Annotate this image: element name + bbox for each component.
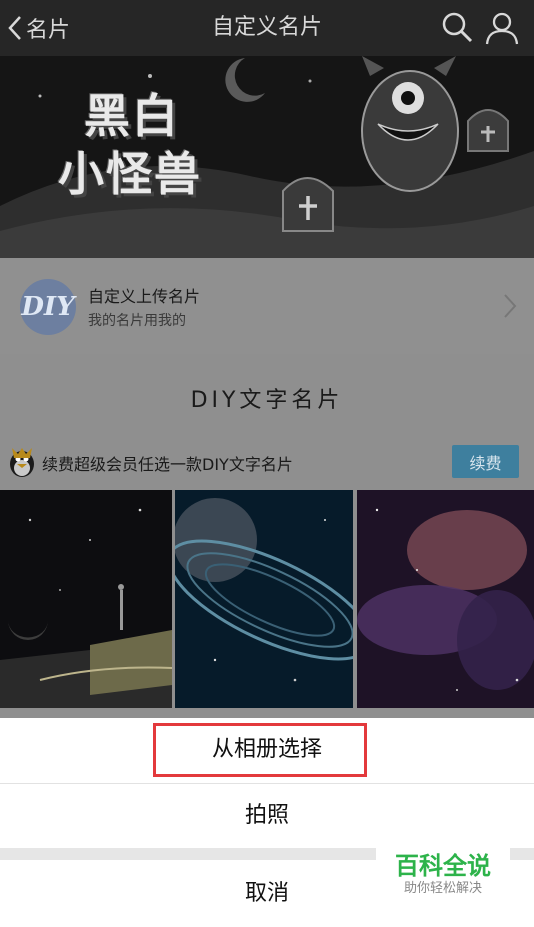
- take-photo-option[interactable]: 拍照: [0, 796, 534, 836]
- night-moon-image: [0, 490, 172, 708]
- upload-card-title: 自定义上传名片: [88, 287, 201, 306]
- diy-text-card-heading: DIY文字名片: [190, 388, 344, 413]
- profile-button[interactable]: [484, 10, 520, 46]
- banner-title-line2: 小怪兽: [58, 147, 202, 201]
- back-label: 名片: [26, 18, 71, 43]
- back-button[interactable]: 名片: [8, 12, 88, 44]
- diy-logo: DIY: [20, 279, 76, 335]
- watermark-title: 百科全说: [395, 852, 491, 880]
- card-template-thumbnail[interactable]: [175, 490, 353, 708]
- card-template-thumbnail[interactable]: [357, 490, 534, 708]
- upload-card-subtitle: 我的名片用我的: [88, 313, 186, 329]
- diy-logo-text: DIY: [21, 292, 75, 322]
- divider: [0, 783, 534, 784]
- qq-penguin-icon: [10, 448, 34, 477]
- card-template-thumbnail[interactable]: [0, 490, 172, 708]
- renew-button[interactable]: 续费: [452, 445, 519, 478]
- planet-ring-image: [175, 490, 353, 708]
- chevron-right-icon: [504, 294, 517, 318]
- custom-upload-card-row[interactable]: [0, 258, 534, 354]
- search-icon: [442, 12, 473, 43]
- banner-title-line1: 黑白: [84, 89, 180, 143]
- vip-promo-text: 续费超级会员任选一款DIY文字名片: [42, 455, 293, 474]
- watermark-subtitle: 助你轻松解决: [403, 881, 482, 896]
- highlight-box: [153, 723, 367, 777]
- user-icon: [485, 12, 519, 45]
- search-button[interactable]: [440, 10, 474, 44]
- chevron-left-icon: [8, 16, 21, 40]
- nebula-image: [357, 490, 534, 708]
- card-banner[interactable]: 黑白 小怪兽: [0, 56, 534, 258]
